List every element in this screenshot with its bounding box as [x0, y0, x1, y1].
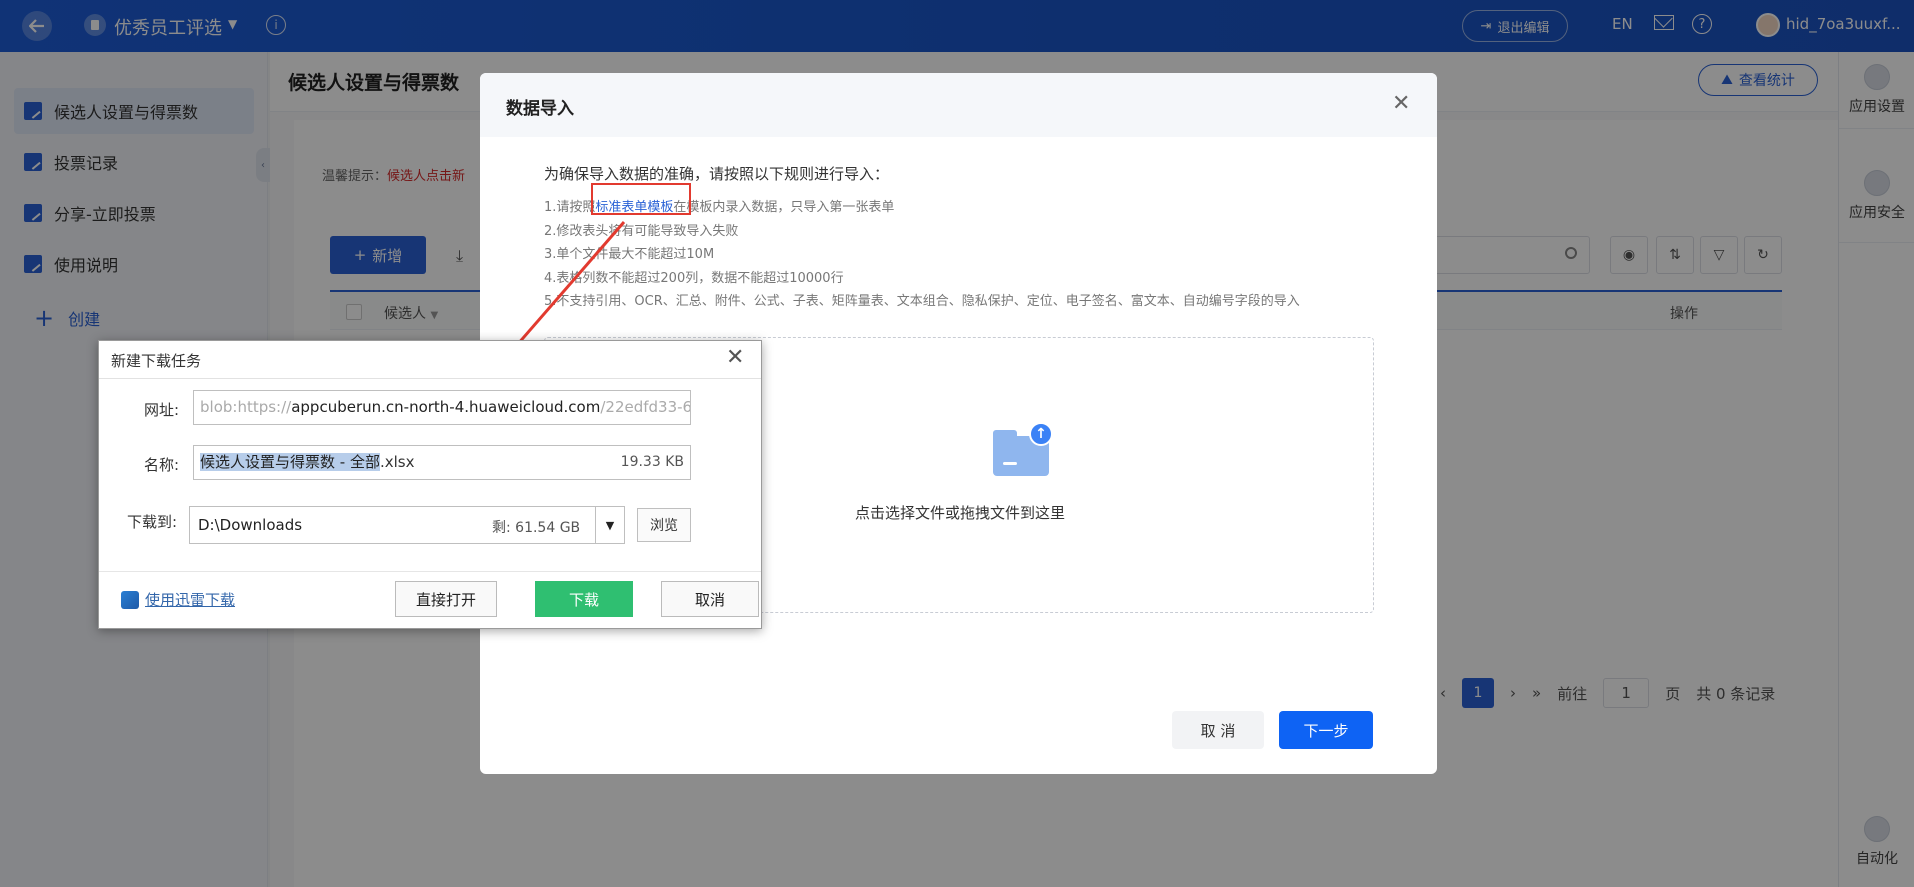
file-size: 19.33 KB	[620, 454, 684, 470]
dialog-title: 新建下载任务	[111, 352, 202, 370]
thunder-download-link[interactable]: 使用迅雷下载	[121, 589, 235, 610]
rule-text: 在模板内录入数据，只导入第一张表单	[673, 200, 895, 215]
filename-selected: 候选人设置与得票数 - 全部	[200, 453, 380, 471]
url-label: 网址:	[143, 401, 179, 419]
cancel-button[interactable]: 取消	[661, 581, 759, 617]
download-button[interactable]: 下载	[535, 581, 633, 617]
browse-button[interactable]: 浏览	[637, 508, 691, 542]
rule-5: 5.不支持引用、OCR、汇总、附件、公式、子表、矩阵量表、文本组合、隐私保护、定…	[544, 294, 1300, 309]
folder-upload-icon: ↑	[993, 422, 1053, 476]
free-space: 剩: 61.54 GB	[492, 520, 581, 536]
filename-ext: .xlsx	[379, 453, 415, 471]
import-intro: 为确保导入数据的准确，请按照以下规则进行导入：	[544, 165, 890, 183]
path-label: 下载到:	[126, 513, 177, 531]
url-suffix: /22edfd33-60c	[600, 398, 691, 416]
filename-field[interactable]: 候选人设置与得票数 - 全部.xlsx 19.33 KB	[193, 445, 691, 480]
close-icon[interactable]: ✕	[726, 345, 744, 370]
download-path-field[interactable]: D:\Downloads 剩: 61.54 GB	[189, 506, 597, 544]
next-step-button[interactable]: 下一步	[1279, 711, 1373, 749]
open-directly-button[interactable]: 直接打开	[395, 581, 497, 617]
divider	[99, 571, 761, 572]
cancel-button[interactable]: 取 消	[1172, 711, 1264, 749]
thunder-label: 使用迅雷下载	[145, 591, 236, 609]
rule-2: 2.修改表头将有可能导致导入失败	[544, 223, 739, 239]
path-value: D:\Downloads	[198, 516, 303, 534]
rule-3: 3.单个文件最大不能超过10M	[544, 247, 715, 262]
dialog-title: 数据导入	[506, 99, 574, 119]
thunder-icon	[121, 590, 139, 609]
chevron-down-icon[interactable]: ▼	[595, 506, 625, 544]
dialog-header	[480, 73, 1437, 137]
rule-4: 4.表格列数不能超过200列，数据不能超过10000行	[544, 270, 844, 286]
highlight-box	[591, 183, 691, 215]
rule-text: 1.请按照	[544, 200, 596, 215]
close-icon[interactable]: ✕	[1392, 91, 1410, 116]
name-label: 名称:	[143, 456, 179, 474]
url-prefix: blob:https://	[200, 398, 292, 416]
url-host: appcuberun.cn-north-4.huaweicloud.com	[291, 398, 601, 416]
download-task-dialog: 新建下载任务 ✕ 网址: blob:https://appcuberun.cn-…	[98, 340, 762, 629]
url-field[interactable]: blob:https://appcuberun.cn-north-4.huawe…	[193, 390, 691, 425]
